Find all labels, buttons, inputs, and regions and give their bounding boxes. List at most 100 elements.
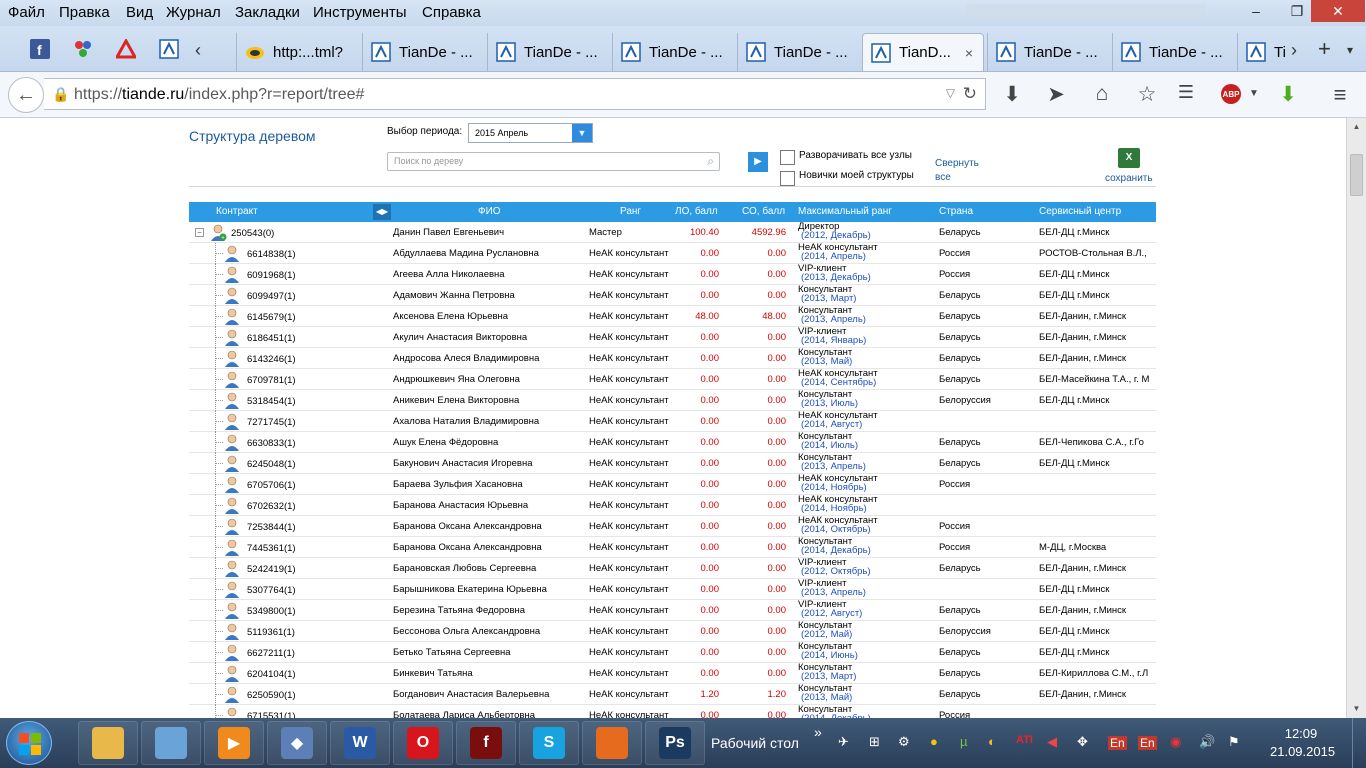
scroll-up-icon[interactable]: ▲ (1347, 118, 1366, 136)
table-row[interactable]: 6709781(1) Андрюшкевич Яна Олеговна НеАК к… (189, 369, 1156, 390)
tab-2[interactable]: TianDe - ... (487, 33, 612, 71)
contract-id[interactable]: 7445361(1) (247, 543, 296, 554)
taskbar-app-explorer[interactable] (78, 721, 138, 765)
pinned-tab-facebook[interactable]: f (27, 36, 53, 62)
url-text[interactable]: https://tiande.ru/index.php?r=report/tre… (74, 86, 364, 104)
table-row[interactable]: 5119361(1) Бессонова Ольга Александровна Н… (189, 621, 1156, 642)
tree-search-input[interactable]: Поиск по дереву ⌕ (387, 152, 720, 171)
col-fio[interactable]: ФИО (478, 206, 501, 217)
back-button[interactable]: ← (8, 77, 44, 113)
taskbar-app-flash[interactable]: f (456, 721, 516, 765)
tray-app-icon[interactable]: ✈ (838, 734, 849, 750)
close-window-button[interactable]: ✕ (1311, 0, 1365, 22)
table-row[interactable]: 6705706(1) Бараева Зульфия Хасановна НеАК … (189, 474, 1156, 495)
taskbar-app-media-player[interactable]: ▶ (204, 721, 264, 765)
tab-scroll-left-icon[interactable]: ‹ (195, 40, 201, 61)
adblock-dropdown-icon[interactable]: ▼ (1240, 88, 1268, 99)
adblock-icon[interactable]: ABP (1221, 84, 1241, 104)
contract-id[interactable]: 6702632(1) (247, 501, 296, 512)
tab-5[interactable]: TianD... × (862, 33, 984, 71)
col-contract[interactable]: Контракт (216, 206, 258, 217)
menu-file[interactable]: Файл (8, 4, 45, 21)
contract-id[interactable]: 7253844(1) (247, 522, 296, 533)
reading-list-icon[interactable]: ☰ (1172, 82, 1200, 103)
taskbar-app-vmware[interactable]: ◆ (267, 721, 327, 765)
scroll-down-icon[interactable]: ▼ (1347, 700, 1366, 718)
tab-6[interactable]: TianDe - ... (987, 33, 1112, 71)
col-co[interactable]: СО, балл (742, 206, 785, 217)
table-row[interactable]: − +250543(0) Данин Павел Евгеньевич Мастер 1… (189, 222, 1156, 243)
pinned-tab-puzzle[interactable] (70, 36, 96, 62)
tray-windows-icon[interactable]: ⊞ (869, 734, 880, 750)
url-dropdown-icon[interactable]: ▽ (946, 86, 955, 100)
table-row[interactable]: 5307764(1) Барышникова Екатерина Юрьевна Н… (189, 579, 1156, 600)
show-desktop-button[interactable] (1352, 718, 1366, 768)
menu-bookmarks[interactable]: Закладки (235, 4, 300, 21)
language-indicator-1[interactable]: En (1108, 736, 1127, 750)
close-tab-icon[interactable]: × (965, 45, 973, 61)
chevron-down-icon[interactable]: ▼ (572, 124, 592, 142)
new-tab-icon[interactable]: + (1318, 36, 1331, 62)
start-button[interactable] (6, 721, 52, 765)
col-country[interactable]: Страна (939, 206, 973, 217)
col-rank[interactable]: Ранг (620, 206, 641, 217)
tab-scroll-right-icon[interactable]: › (1291, 40, 1297, 61)
system-clock[interactable]: 12:09 21.09.2015 (1270, 725, 1335, 761)
newbies-checkbox[interactable] (780, 171, 795, 186)
table-row[interactable]: 6715531(1) Болатаева Лариса Альбертовна Не… (189, 705, 1156, 718)
home-icon[interactable]: ⌂ (1088, 82, 1116, 106)
pinned-tab-tiande[interactable] (156, 36, 182, 62)
col-service[interactable]: Сервисный центр (1039, 206, 1121, 217)
contract-id[interactable]: 5318454(1) (247, 396, 296, 407)
apply-button[interactable]: ▶ (748, 152, 768, 172)
expand-all-checkbox[interactable] (780, 150, 795, 165)
collapse-node-icon[interactable]: − (195, 228, 204, 237)
contract-id[interactable]: 6715531(1) (247, 711, 296, 718)
contract-id[interactable]: 6250590(1) (247, 690, 296, 701)
tray-security-icon[interactable]: ◐ (988, 734, 996, 749)
contract-id[interactable]: 7271745(1) (247, 417, 296, 428)
table-row[interactable]: 6091968(1) Агеева Алла Николаевна НеАК кон… (189, 264, 1156, 285)
table-row[interactable]: 6614838(1) Абдуллаева Мадина Руслановна Не… (189, 243, 1156, 264)
table-row[interactable]: 7253844(1) Баранова Оксана Александровна Н… (189, 516, 1156, 537)
table-row[interactable]: 6250590(1) Богданович Анастасия Валерьевн… (189, 684, 1156, 705)
action-center-flag-icon[interactable]: ⚑ (1228, 734, 1240, 750)
send-icon[interactable]: ➤ (1042, 82, 1070, 107)
taskbar-app-word[interactable]: W (330, 721, 390, 765)
volume-icon[interactable]: 🔊 (1199, 734, 1215, 750)
taskbar-app-paint[interactable] (141, 721, 201, 765)
contract-id[interactable]: 6627211(1) (247, 648, 295, 659)
table-row[interactable]: 6627211(1) Бетько Татьяна Сергеевна НеАК к… (189, 642, 1156, 663)
taskbar-app-firefox[interactable] (582, 721, 642, 765)
search-icon[interactable]: ⌕ (707, 154, 714, 169)
contract-id[interactable]: 6614838(1) (247, 249, 296, 260)
download-icon[interactable]: ⬇ (998, 82, 1026, 107)
table-row[interactable]: 6702632(1) Баранова Анастасия Юрьевна НеАК… (189, 495, 1156, 516)
collapse-all-link[interactable]: Свернуть все (935, 157, 979, 185)
table-row[interactable]: 6186451(1) Акулич Анастасия Викторовна НеА… (189, 327, 1156, 348)
table-row[interactable]: 6145679(1) Аксенова Елена Юрьевна НеАК кон… (189, 306, 1156, 327)
contract-id[interactable]: 5242419(1) (247, 564, 296, 575)
table-row[interactable]: 7445361(1) Баранова Оксана Александровна Н… (189, 537, 1156, 558)
contract-id[interactable]: 6186451(1) (247, 333, 296, 344)
contract-id[interactable]: 6145679(1) (247, 312, 296, 323)
tab-3[interactable]: TianDe - ... (612, 33, 737, 71)
menu-history[interactable]: Журнал (166, 4, 221, 21)
contract-id[interactable]: 6709781(1) (247, 375, 296, 386)
minimize-button[interactable]: ‒ (1235, 0, 1277, 22)
table-row[interactable]: 6099497(1) Адамович Жанна Петровна НеАК ко… (189, 285, 1156, 306)
tray-volume-alert-icon[interactable]: ◀ (1047, 734, 1057, 750)
contract-id[interactable]: 5119361(1) (247, 627, 295, 638)
tab-8[interactable]: Ti (1237, 33, 1287, 71)
page-scrollbar[interactable]: ▲ ▼ (1346, 118, 1366, 718)
tab-list-icon[interactable]: ▾ (1347, 43, 1353, 57)
save-link[interactable]: сохранить (1105, 173, 1153, 184)
toolbar-chevron-icon[interactable]: » (814, 724, 822, 740)
column-resize-icon[interactable]: ◀▶ (373, 204, 391, 220)
contract-id[interactable]: 6245048(1) (247, 459, 296, 470)
col-lo[interactable]: ЛО, балл (675, 206, 718, 217)
contract-id[interactable]: 6091968(1) (247, 270, 296, 281)
col-max-rank[interactable]: Максимальный ранг (798, 206, 892, 217)
menu-tools[interactable]: Инструменты (313, 4, 407, 21)
taskbar-app-photoshop[interactable]: Ps (645, 721, 705, 765)
